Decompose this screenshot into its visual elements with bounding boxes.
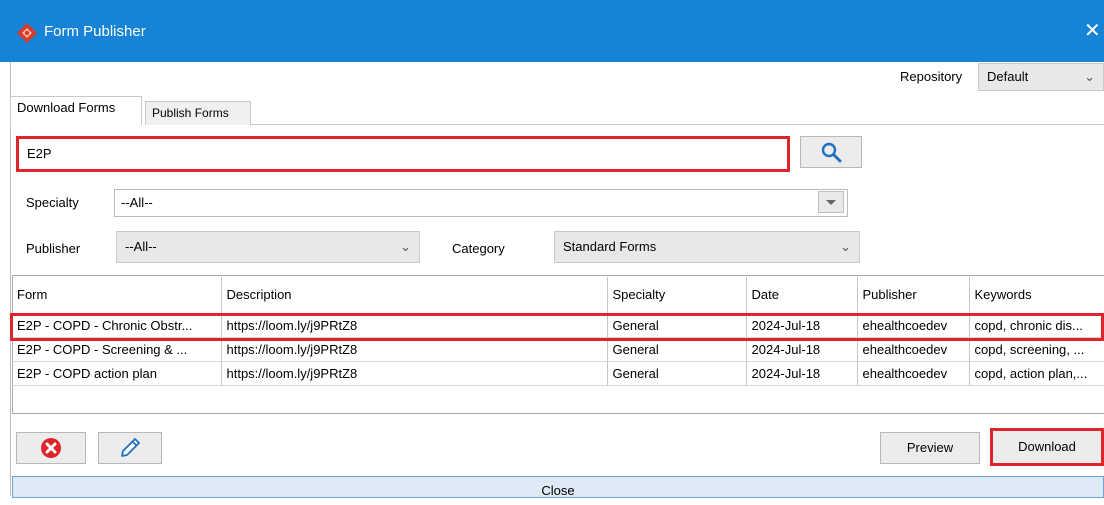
tab-download-forms[interactable]: Download Forms [10,96,142,125]
publisher-label: Publisher [26,241,81,256]
cell-publisher: ehealthcoedev [857,337,970,362]
repository-select[interactable]: Default ⌄ [978,63,1104,91]
table-row[interactable]: E2P - COPD - Chronic Obstr... https://lo… [12,313,1104,338]
tab-label: Download Forms [17,100,116,115]
column-header-publisher[interactable]: Publisher [857,277,970,314]
search-icon [821,142,842,163]
specialty-label: Specialty [26,195,79,210]
publisher-select[interactable]: --All-- ⌄ [116,231,420,263]
category-select[interactable]: Standard Forms ⌄ [554,231,860,263]
cell-date: 2024-Jul-18 [746,313,858,338]
category-selected-value: Standard Forms [563,239,657,254]
search-button[interactable] [800,136,862,168]
cell-publisher: ehealthcoedev [857,313,970,338]
table-row[interactable]: E2P - COPD action plan https://loom.ly/j… [12,361,1104,386]
download-button[interactable]: Download [990,428,1104,466]
chevron-down-icon: ⌄ [1084,69,1095,84]
cell-form: E2P - COPD - Screening & ... [12,337,222,362]
app-logo-icon [17,23,37,43]
cell-specialty: General [607,361,747,386]
tab-label: Publish Forms [152,106,229,120]
table-header-row: Form Description Specialty Date Publishe… [12,277,1104,314]
cell-specialty: General [607,313,747,338]
title-bar: Form Publisher ✕ [0,0,1104,62]
repository-label: Repository [900,69,963,84]
publisher-selected-value: --All-- [125,239,157,254]
search-input[interactable]: E2P [16,136,790,172]
cell-specialty: General [607,337,747,362]
cell-date: 2024-Jul-18 [746,337,858,362]
specialty-select[interactable]: --All-- [114,189,848,217]
form-publisher-window: Form Publisher ✕ Repository Default ⌄ Do… [0,0,1104,498]
column-header-keywords[interactable]: Keywords [969,277,1104,314]
search-input-value: E2P [27,146,52,161]
cell-publisher: ehealthcoedev [857,361,970,386]
cell-description: https://loom.ly/j9PRtZ8 [221,313,608,338]
chevron-down-icon: ⌄ [840,239,851,254]
delete-button[interactable] [16,432,86,464]
forms-table: Form Description Specialty Date Publishe… [12,277,1104,386]
column-header-date[interactable]: Date [746,277,858,314]
column-header-form[interactable]: Form [12,277,222,314]
pencil-icon [121,438,140,457]
close-button[interactable]: Close [12,476,1104,498]
cell-description: https://loom.ly/j9PRtZ8 [221,337,608,362]
cell-keywords: copd, screening, ... [969,337,1104,362]
cell-form: E2P - COPD - Chronic Obstr... [12,313,222,338]
cell-form: E2P - COPD action plan [12,361,222,386]
preview-button[interactable]: Preview [880,432,980,464]
edit-button[interactable] [98,432,162,464]
cell-date: 2024-Jul-18 [746,361,858,386]
dropdown-arrow-icon [826,200,836,205]
table-row[interactable]: E2P - COPD - Screening & ... https://loo… [12,337,1104,362]
cell-description: https://loom.ly/j9PRtZ8 [221,361,608,386]
category-label: Category [452,241,505,256]
chevron-down-icon: ⌄ [400,239,411,254]
cell-keywords: copd, action plan,... [969,361,1104,386]
tab-divider [251,124,1104,125]
download-button-label: Download [1018,439,1076,454]
column-header-specialty[interactable]: Specialty [607,277,747,314]
close-icon[interactable]: ✕ [1084,18,1101,43]
column-header-description[interactable]: Description [221,277,608,314]
repository-selected-value: Default [987,69,1029,84]
delete-icon [41,438,61,458]
tab-publish-forms[interactable]: Publish Forms [145,101,251,125]
window-title: Form Publisher [44,23,146,40]
cell-keywords: copd, chronic dis... [969,313,1104,338]
preview-button-label: Preview [906,440,954,455]
specialty-dropdown-button[interactable] [818,191,844,213]
specialty-selected-value: --All-- [121,195,153,210]
